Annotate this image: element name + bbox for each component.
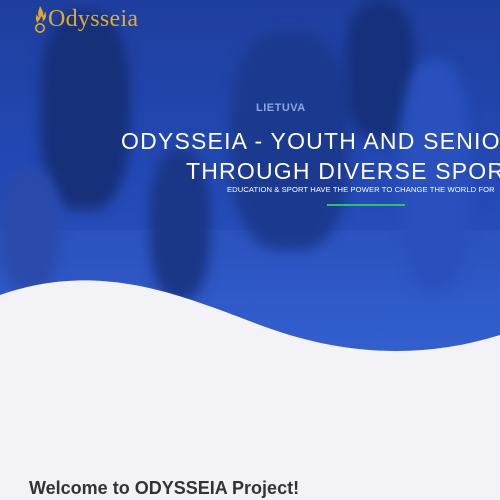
- hero-title-line-1: ODYSSEIA - YOUTH AND SENIOR IN: [121, 128, 500, 154]
- runner-silhouette: [0, 170, 60, 290]
- site-logo[interactable]: Odysseia: [33, 4, 138, 34]
- runner-silhouette: [40, 10, 130, 210]
- welcome-heading: Welcome to ODYSSEIA Project!: [29, 478, 300, 498]
- hero-title-line-2: THROUGH DIVERSE SPORT E: [186, 158, 500, 184]
- site-logo-text: Odysseia: [48, 5, 139, 32]
- hero-wave-divider: [0, 280, 500, 395]
- hero-tagline: EDUCATION & SPORT HAVE THE POWER TO CHAN…: [227, 185, 495, 194]
- hero-photo-jersey-text: LIETUVA: [256, 102, 306, 114]
- hero-divider: [327, 204, 405, 206]
- flame-icon: [35, 6, 46, 33]
